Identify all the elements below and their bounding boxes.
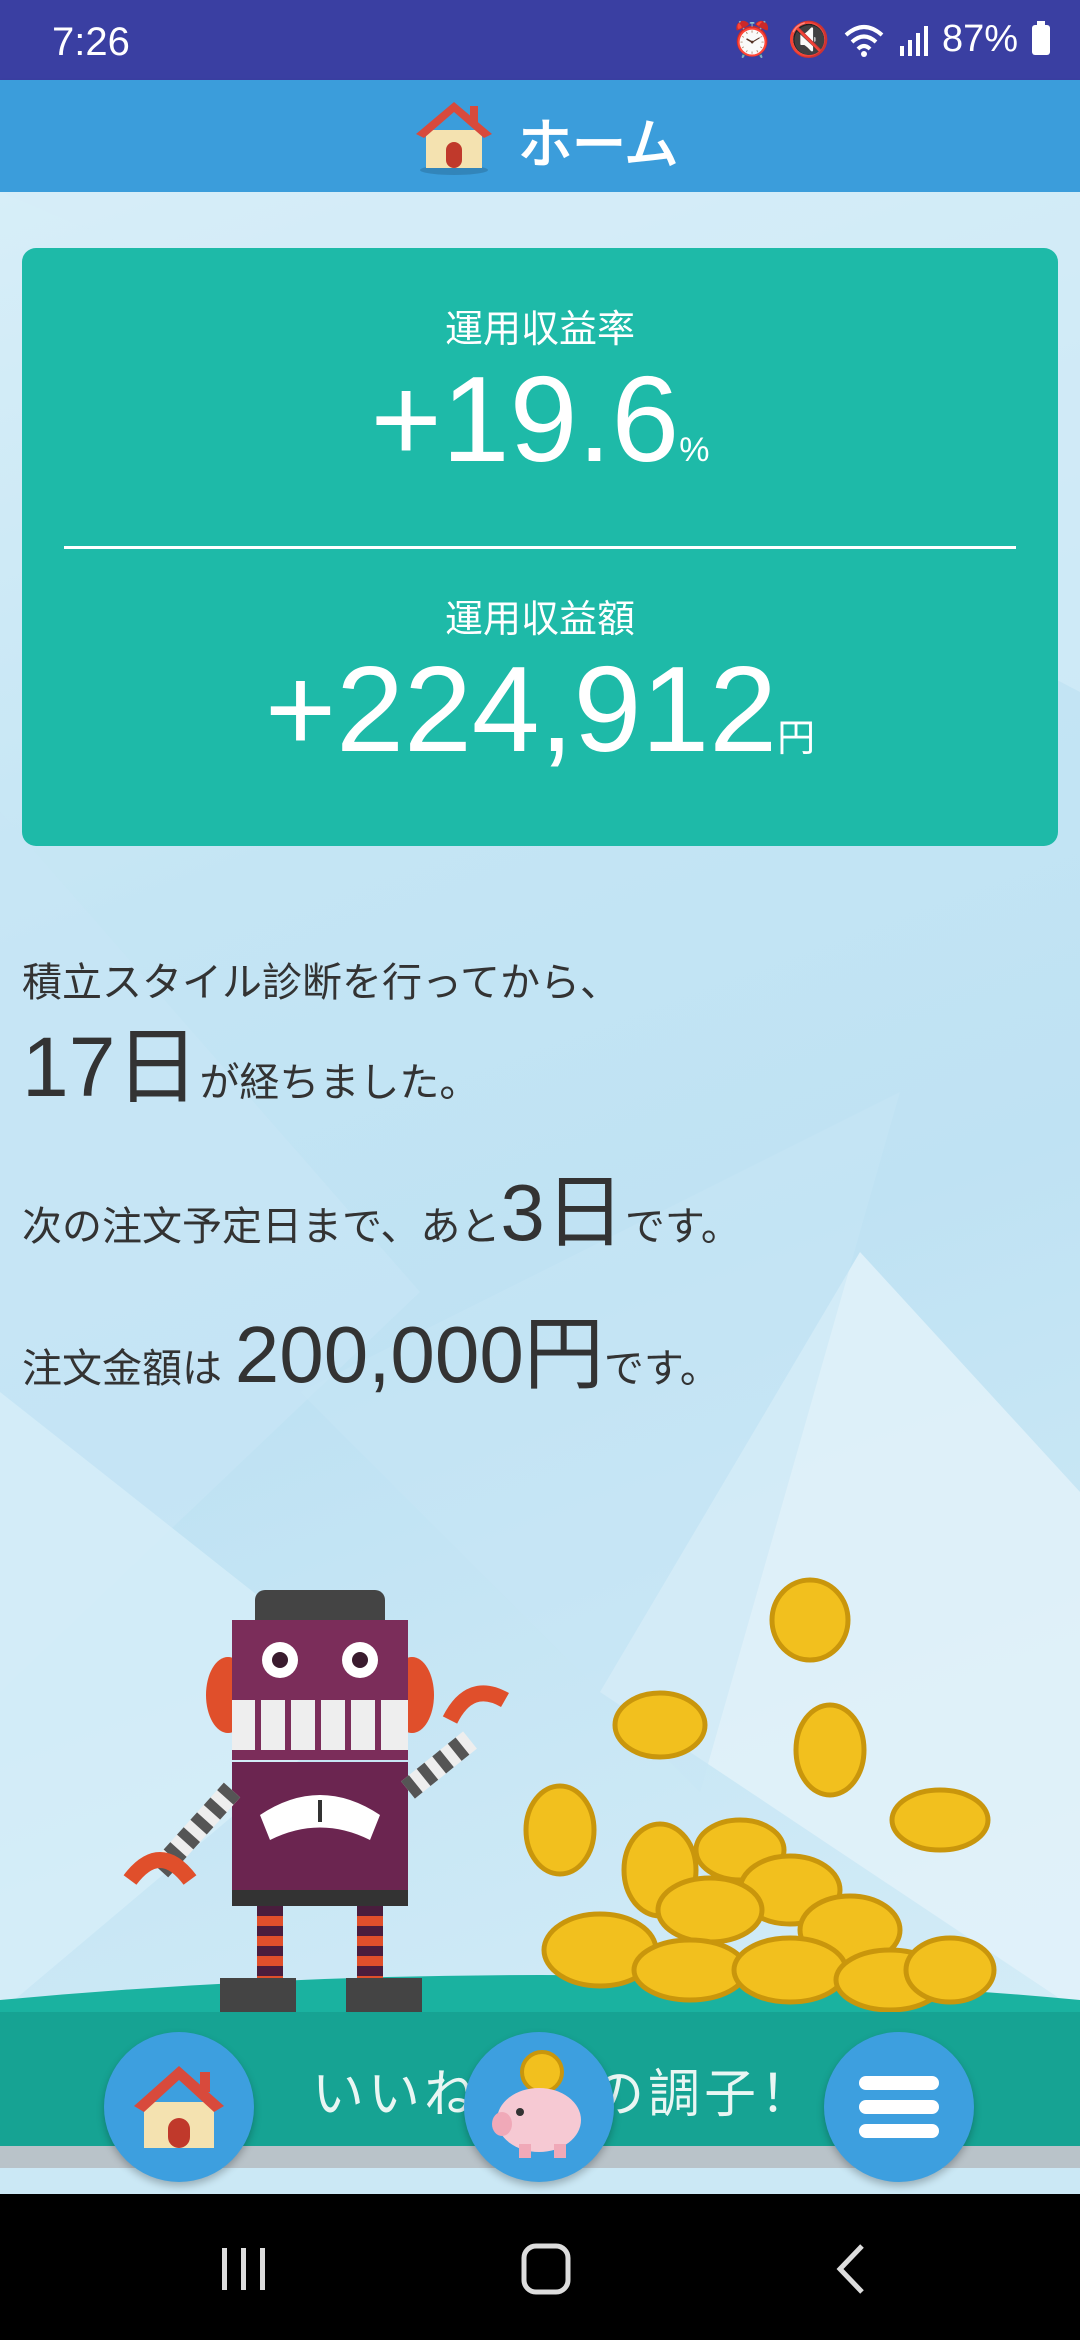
return-amount-unit: 円 xyxy=(777,718,816,760)
home-nav-icon[interactable] xyxy=(520,2242,572,2296)
message-line-2-suffix: が経ちました。 xyxy=(199,1060,480,1106)
card-divider xyxy=(64,546,1016,549)
battery-icon xyxy=(1032,20,1050,55)
return-rate: +19.6% xyxy=(22,358,1058,480)
message-line-4-suffix: です。 xyxy=(603,1346,720,1392)
mute-icon: 🔇 xyxy=(787,20,830,59)
piggy-bank-icon xyxy=(492,2050,581,2158)
status-time: 7:26 xyxy=(52,20,130,64)
wifi-icon xyxy=(844,24,884,57)
house-icon xyxy=(134,2066,224,2148)
system-nav-bar xyxy=(0,2194,1080,2340)
message-line-4: 注文金額は 200,000円です。 xyxy=(22,1290,720,1406)
stats-card: 運用収益率 +19.6% 運用収益額 +224,912円 xyxy=(22,248,1058,846)
return-rate-unit: % xyxy=(679,431,710,469)
page-title: ホーム xyxy=(518,113,679,176)
return-rate-label: 運用収益率 xyxy=(444,307,635,351)
coins-illustration xyxy=(523,1577,997,2013)
back-icon[interactable] xyxy=(832,2242,868,2296)
message-line-3-prefix: 次の注文予定日まで、あと xyxy=(22,1204,501,1250)
signal-icon xyxy=(899,25,928,56)
return-amount-value: +224,912 xyxy=(264,641,778,777)
alarm-icon: ⏰ xyxy=(731,20,774,59)
status-icons: ⏰ 🔇 87% xyxy=(731,18,1050,61)
return-amount: +224,912円 xyxy=(22,648,1058,770)
recent-apps-icon[interactable] xyxy=(218,2244,270,2294)
return-amount-label: 運用収益額 xyxy=(444,597,635,641)
message-line-4-prefix: 注文金額は xyxy=(22,1346,222,1392)
app-header: ホーム xyxy=(0,80,1080,192)
savings-button[interactable] xyxy=(464,2032,614,2182)
message-line-3-suffix: です。 xyxy=(624,1204,741,1250)
robot-illustration xyxy=(123,1590,509,2014)
menu-button[interactable] xyxy=(824,2032,974,2182)
battery-percent: 87% xyxy=(941,18,1018,60)
house-icon xyxy=(416,102,492,175)
order-amount: 200,000円 xyxy=(234,1310,604,1399)
home-button[interactable] xyxy=(104,2032,254,2182)
days-remaining: 3日 xyxy=(500,1168,625,1257)
return-rate-value: +19.6 xyxy=(370,351,680,487)
menu-icon xyxy=(859,2076,939,2138)
message-line-2: 17日が経ちました。 xyxy=(22,1000,479,1121)
message-line-3: 次の注文予定日まで、あと3日です。 xyxy=(22,1148,741,1264)
status-bar: 7:26 ⏰ 🔇 87% xyxy=(0,0,1080,80)
days-elapsed: 17日 xyxy=(22,1020,200,1114)
